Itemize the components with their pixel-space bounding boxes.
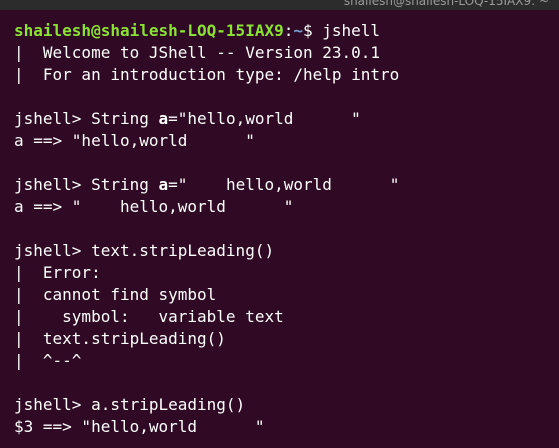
variable-name: a (158, 109, 169, 128)
line-segment: jshell> String (14, 109, 159, 128)
line-segment: =" hello,world " (168, 175, 400, 194)
variable-name: a (158, 175, 169, 194)
window-titlebar: shailesh@shailesh-LOQ-15IAX9: ~ (0, 0, 559, 10)
terminal-line: | For an introduction type: /help intro (14, 65, 400, 84)
window-title: shailesh@shailesh-LOQ-15IAX9: ~ (343, 0, 549, 8)
terminal-line: | Welcome to JShell -- Version 23.0.1 (14, 43, 381, 62)
prompt-colon: : (283, 21, 294, 40)
terminal-line: jshell> text.stripLeading() (14, 241, 275, 260)
shell-prompt-line: shailesh@shailesh-LOQ-15IAX9:~$ jshell (14, 20, 559, 42)
terminal-line: | symbol: variable text (14, 307, 284, 326)
terminal-line: jshell> String a="hello,world " (14, 108, 559, 130)
terminal-line: jshell> String a=" hello,world " (14, 174, 559, 196)
terminal-line: a ==> " hello,world " (14, 197, 294, 216)
terminal-line: | Error: (14, 263, 101, 282)
terminal-line: a ==> "hello,world " (14, 131, 255, 150)
terminal-line: | text.stripLeading() (14, 329, 226, 348)
prompt-user-host: shailesh@shailesh-LOQ-15IAX9 (14, 21, 284, 40)
line-segment: ="hello,world " (168, 109, 361, 128)
terminal-line: jshell> a.stripLeading() (14, 395, 246, 414)
line-segment: jshell> String (14, 175, 159, 194)
terminal-line: | cannot find symbol (14, 285, 217, 304)
shell-command: jshell (322, 21, 381, 40)
terminal-output[interactable]: shailesh@shailesh-LOQ-15IAX9:~$ jshell |… (14, 20, 559, 438)
prompt-suffix: $ (303, 21, 323, 40)
terminal-line: $3 ==> "hello,world " (14, 417, 265, 436)
terminal-line: | ^--^ (14, 351, 82, 370)
prompt-path: ~ (293, 21, 303, 40)
